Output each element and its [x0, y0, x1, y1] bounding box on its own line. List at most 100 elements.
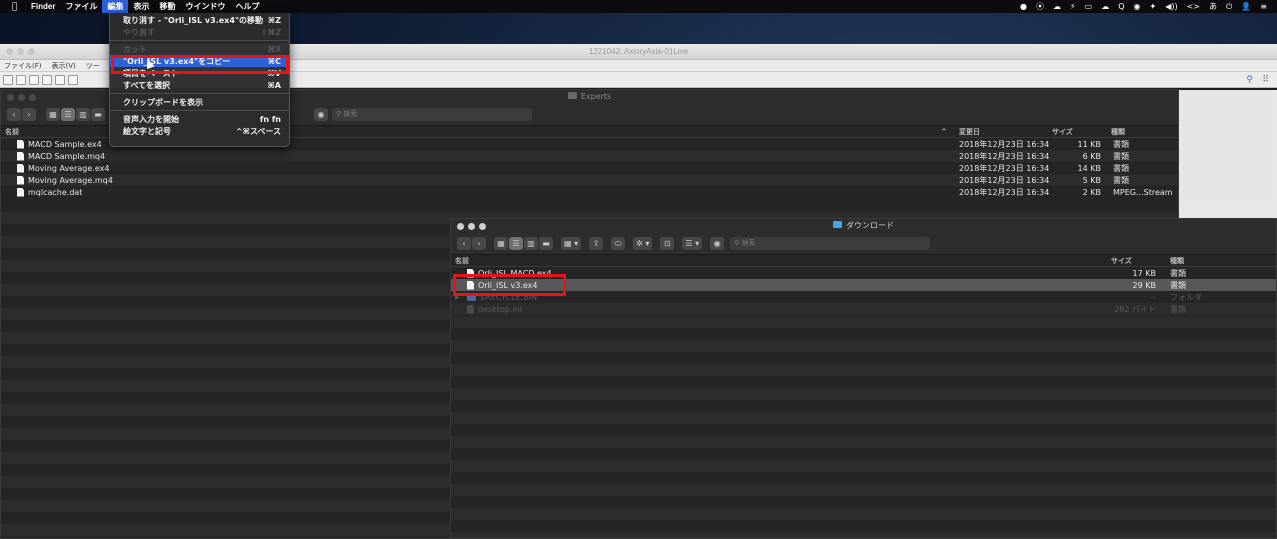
col-date[interactable]: 変更日	[959, 127, 980, 137]
eye-icon[interactable]: ◉	[710, 237, 725, 250]
record-icon[interactable]: ●	[1020, 0, 1027, 13]
icon-view-button[interactable]: ▦	[46, 108, 60, 121]
menu-help[interactable]: ヘルプ	[230, 0, 264, 13]
menu-item-undo[interactable]: 取り消す - "Orli_ISL v3.ex4"の移動 ⌘Z	[110, 14, 289, 26]
downloads-file-list: Orli_ISL MACD.ex4 17 KB 書類 Orli_ISL v3.e…	[451, 267, 1276, 315]
list-item[interactable]: MACD Sample.mq4 2018年12月23日 16:34 6 KB 書…	[1, 150, 1178, 162]
gallery-view-button[interactable]: ▬	[91, 108, 105, 121]
view-buttons: ▦ ☰ ▥ ▬	[46, 108, 105, 121]
list-item[interactable]: desktop.ini 282 バイト 書類	[451, 303, 1276, 315]
document-icon	[17, 163, 24, 173]
arrange-button[interactable]: ☰ ▾	[682, 237, 703, 250]
list-view-button[interactable]: ☰	[509, 237, 523, 250]
group-button[interactable]: ▦ ▾	[561, 237, 582, 250]
menu-item-redo[interactable]: やり直す ⇧⌘Z	[110, 26, 289, 38]
skype-icon[interactable]: ⦿	[1036, 0, 1044, 13]
tags-button[interactable]: ⬭	[611, 237, 626, 250]
menu-item-cut[interactable]: カット ⌘X	[110, 43, 289, 55]
mt4-menu-file[interactable]: ファイル(F)	[4, 60, 42, 71]
document-icon	[17, 175, 24, 185]
crosshair-icon[interactable]	[42, 74, 52, 85]
col-size[interactable]: サイズ	[1052, 127, 1073, 137]
user-icon[interactable]: 👤	[1241, 0, 1251, 13]
cursor-icon[interactable]	[29, 74, 39, 85]
list-item[interactable]: ▶ $RECYCLE.BIN -- フォルダ	[451, 291, 1276, 303]
nav-buttons: ‹ ›	[457, 237, 486, 250]
clock-icon[interactable]: ⏻	[1226, 0, 1232, 13]
back-button[interactable]: ‹	[7, 108, 21, 121]
forward-button[interactable]: ›	[22, 108, 36, 121]
list-item[interactable]: Moving Average.mq4 2018年12月23日 16:34 5 K…	[1, 174, 1178, 186]
code-icon[interactable]: <>	[1187, 0, 1200, 13]
menu-file[interactable]: ファイル	[60, 0, 102, 13]
document-icon	[17, 151, 24, 161]
folder-icon[interactable]	[55, 74, 65, 85]
grip-icon[interactable]: ⠿	[1262, 75, 1269, 85]
menu-item-copy[interactable]: "Orli_ISL v3.ex4"をコピー ⌘C	[110, 55, 289, 67]
display-icon[interactable]: ▭	[1085, 0, 1093, 13]
menu-view[interactable]: 表示	[128, 0, 154, 13]
list-item[interactable]: mqlcache.dat 2018年12月23日 16:34 2 KB MPEG…	[1, 186, 1178, 198]
menu-finder[interactable]: Finder	[26, 0, 60, 13]
col-name[interactable]: 名前	[455, 256, 469, 266]
document-icon	[467, 304, 474, 314]
cloud-upload-icon[interactable]: ☁	[1053, 0, 1061, 13]
downloads-toolbar: ‹ › ▦ ☰ ▥ ▬ ▦ ▾ ⇪ ⬭ ✲ ▾ ⊡ ☰ ▾ ◉ ⚲ 検索	[451, 233, 1276, 255]
chrome-icon[interactable]: ◉	[1134, 0, 1141, 13]
input-method-icon[interactable]: あ	[1209, 0, 1217, 13]
document-icon	[467, 268, 474, 278]
menu-bar:  Finder ファイル 編集 表示 移動 ウインドウ ヘルプ ● ⦿ ☁ ⚡…	[0, 0, 1277, 13]
finder-downloads-window: ダウンロード ‹ › ▦ ☰ ▥ ▬ ▦ ▾ ⇪ ⬭ ✲ ▾ ⊡ ☰ ▾ ◉ ⚲…	[450, 218, 1277, 539]
eye-icon[interactable]: ◉	[314, 108, 328, 121]
share-button[interactable]: ⇪	[589, 237, 604, 250]
column-view-button[interactable]: ▥	[524, 237, 538, 250]
list-view-button[interactable]: ☰	[61, 108, 75, 121]
col-name[interactable]: 名前	[5, 127, 19, 137]
folder-icon	[467, 293, 476, 301]
list-icon[interactable]: ≡	[1260, 0, 1267, 13]
airdrop-button[interactable]: ⊡	[660, 237, 675, 250]
menu-item-start-dictation[interactable]: 音声入力を開始 fn fn	[110, 113, 289, 125]
status-area: ● ⦿ ☁ ⚡ ▭ ☁ Q ◉ ✦ ◀)) <> あ ⏻ 👤 ≡	[1020, 0, 1277, 13]
menu-window[interactable]: ウインドウ	[180, 0, 230, 13]
disclosure-triangle-icon[interactable]: ▶	[455, 294, 460, 301]
downloads-column-header: 名前 サイズ 種類	[451, 255, 1276, 267]
apple-menu-icon[interactable]: 	[12, 2, 26, 12]
mt4-menu-view[interactable]: 表示(V)	[52, 60, 76, 71]
bolt-icon[interactable]: ⚡	[1070, 0, 1076, 13]
menu-item-select-all[interactable]: すべてを選択 ⌘A	[110, 79, 289, 91]
col-size[interactable]: サイズ	[1111, 256, 1132, 266]
list-item[interactable]: Orli_ISL MACD.ex4 17 KB 書類	[451, 267, 1276, 279]
list-item-selected[interactable]: Orli_ISL v3.ex4 29 KB 書類	[451, 279, 1276, 291]
downloads-titlebar: ダウンロード	[451, 219, 1276, 233]
new-chart-icon[interactable]	[3, 74, 13, 85]
profiles-icon[interactable]	[16, 74, 26, 85]
tool-icon[interactable]	[68, 74, 78, 85]
search-input[interactable]: ⚲ 検索	[332, 108, 532, 121]
list-item[interactable]: Moving Average.ex4 2018年12月23日 16:34 14 …	[1, 162, 1178, 174]
icon-view-button[interactable]: ▦	[494, 237, 508, 250]
forward-button[interactable]: ›	[472, 237, 486, 250]
search-icon[interactable]: ⚲	[1246, 75, 1253, 85]
column-view-button[interactable]: ▥	[76, 108, 90, 121]
action-gear-button[interactable]: ✲ ▾	[633, 237, 653, 250]
document-icon	[467, 280, 474, 290]
menu-separator	[110, 93, 289, 94]
col-kind[interactable]: 種類	[1111, 127, 1125, 137]
menu-item-show-clipboard[interactable]: クリップボードを表示	[110, 96, 289, 108]
menu-separator	[110, 40, 289, 41]
menu-item-emoji[interactable]: 絵文字と記号 ^⌘スペース	[110, 125, 289, 137]
menu-edit[interactable]: 編集	[102, 0, 129, 13]
volume-icon[interactable]: ◀))	[1165, 0, 1177, 13]
mt4-menu-tools[interactable]: ツー	[86, 60, 100, 71]
back-button[interactable]: ‹	[457, 237, 471, 250]
menu-go[interactable]: 移動	[154, 0, 180, 13]
search-input[interactable]: ⚲ 検索	[730, 237, 931, 250]
downloads-folder-icon	[833, 221, 842, 228]
menu-item-paste[interactable]: 項目をペースト ⌘V	[110, 67, 289, 79]
col-kind[interactable]: 種類	[1170, 256, 1184, 266]
bluetooth-icon[interactable]: ✦	[1149, 0, 1156, 13]
icloud-icon[interactable]: ☁	[1101, 0, 1109, 13]
gallery-view-button[interactable]: ▬	[539, 237, 553, 250]
search-q-icon[interactable]: Q	[1118, 0, 1124, 13]
